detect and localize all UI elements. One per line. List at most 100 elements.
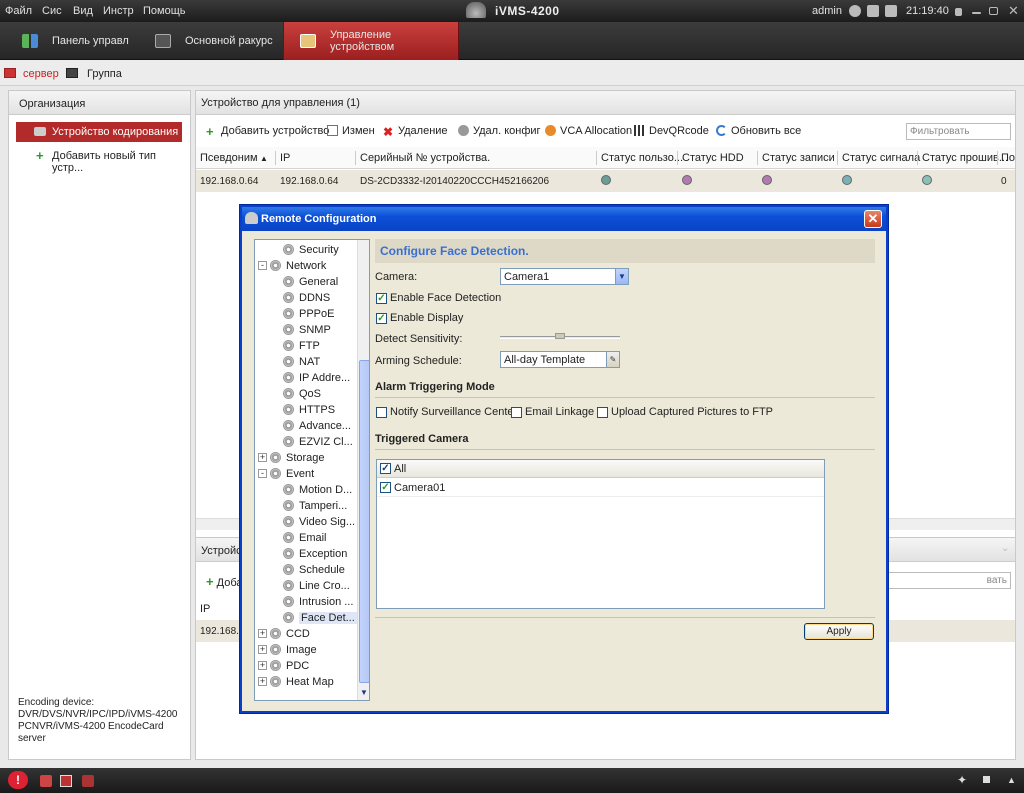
tree-item[interactable]: CCD bbox=[270, 626, 310, 642]
camera-select[interactable]: Camera1 ▼ bbox=[500, 268, 629, 285]
expand-icon[interactable]: + bbox=[258, 645, 267, 654]
table-row[interactable]: 192.168.0.64 192.168.0.64 DS-2CD3332-I20… bbox=[196, 170, 1015, 192]
tab-device-management[interactable]: Управление устройством bbox=[283, 22, 459, 60]
tree-item[interactable]: Security bbox=[283, 242, 339, 258]
tree-item[interactable]: Line Cro... bbox=[283, 578, 350, 594]
expand-icon[interactable]: + bbox=[258, 453, 267, 462]
menu-tools[interactable]: Инстр bbox=[103, 5, 134, 17]
tree-item[interactable]: Storage bbox=[270, 450, 325, 466]
dialog-close-button[interactable]: ✕ bbox=[864, 210, 882, 228]
alarm-event-icon[interactable] bbox=[40, 775, 52, 787]
close-icon[interactable]: ✕ bbox=[1008, 3, 1019, 19]
edit-button[interactable]: Измен bbox=[327, 125, 375, 137]
collapse-icon[interactable]: - bbox=[258, 261, 267, 270]
tree-item[interactable]: Advance... bbox=[283, 418, 351, 434]
lock-icon[interactable] bbox=[955, 8, 962, 16]
col-firmware-status[interactable]: Статус прошив... bbox=[922, 152, 1008, 164]
tree-item[interactable]: EZVIZ Cl... bbox=[283, 434, 353, 450]
tree-item[interactable]: HTTPS bbox=[283, 402, 335, 418]
col-ip[interactable]: IP bbox=[280, 152, 290, 164]
enable-display-checkbox[interactable]: ✓ bbox=[376, 313, 387, 324]
globe-icon[interactable] bbox=[849, 5, 861, 17]
collapse-icon[interactable]: - bbox=[258, 469, 267, 478]
col-signal-status[interactable]: Статус сигнала bbox=[842, 152, 920, 164]
sound-icon[interactable] bbox=[82, 775, 94, 787]
minimize-icon[interactable] bbox=[972, 12, 981, 14]
tree-item[interactable]: IP Addre... bbox=[283, 370, 350, 386]
encoding-device-item[interactable]: Устройство кодирования bbox=[16, 122, 182, 142]
menu-help[interactable]: Помощь bbox=[143, 5, 186, 17]
scroll-down-icon[interactable]: ▼ bbox=[360, 688, 368, 697]
dialog-title-bar[interactable]: Remote Configuration bbox=[242, 207, 886, 231]
lower-filter-input[interactable]: вать bbox=[886, 572, 1011, 589]
col-user-status[interactable]: Статус пользо... bbox=[601, 152, 683, 164]
tab-control-panel[interactable]: Панель управл bbox=[0, 22, 140, 60]
tree-item[interactable]: Event bbox=[270, 466, 314, 482]
col-alias[interactable]: Псевдоним bbox=[200, 152, 258, 164]
monitor-icon[interactable] bbox=[885, 5, 897, 17]
restore-icon[interactable] bbox=[989, 7, 998, 15]
notify-checkbox[interactable] bbox=[376, 407, 387, 418]
sensitivity-slider[interactable] bbox=[500, 333, 620, 339]
slider-handle[interactable] bbox=[555, 333, 565, 339]
col-record-status[interactable]: Статус записи bbox=[762, 152, 835, 164]
expand-icon[interactable]: + bbox=[258, 661, 267, 670]
tab-server[interactable]: сервер bbox=[23, 68, 59, 80]
tree-item[interactable]: SNMP bbox=[283, 322, 331, 338]
camera01-checkbox[interactable]: ✓ bbox=[380, 482, 391, 493]
menu-view[interactable]: Вид bbox=[73, 5, 93, 17]
tree-item[interactable]: FTP bbox=[283, 338, 320, 354]
tree-item[interactable]: Video Sig... bbox=[283, 514, 355, 530]
tree-item[interactable]: PDC bbox=[270, 658, 309, 674]
tree-item[interactable]: General bbox=[283, 274, 338, 290]
pin-icon[interactable]: ✦ bbox=[957, 773, 967, 787]
add-device-type-item[interactable]: + Добавить новый тип устр... bbox=[16, 146, 182, 174]
tree-item[interactable]: Heat Map bbox=[270, 674, 334, 690]
tree-item[interactable]: PPPoE bbox=[283, 306, 334, 322]
tree-item[interactable]: Tamperi... bbox=[283, 498, 347, 514]
filter-input[interactable]: Фильтровать bbox=[906, 123, 1011, 140]
tree-item[interactable]: Intrusion ... bbox=[283, 594, 353, 610]
list-item[interactable]: ✓ Camera01 bbox=[377, 479, 824, 497]
tree-item[interactable]: Schedule bbox=[283, 562, 345, 578]
add-device-button[interactable]: + Добавить устройство bbox=[206, 125, 329, 138]
alarm-icon[interactable]: ! bbox=[8, 771, 28, 789]
tree-item[interactable]: Image bbox=[270, 642, 317, 658]
col-hdd-status[interactable]: Статус HDD bbox=[682, 152, 744, 164]
menu-system[interactable]: Сис bbox=[42, 5, 62, 17]
upload-ftp-checkbox[interactable] bbox=[597, 407, 608, 418]
enable-face-detection-checkbox[interactable]: ✓ bbox=[376, 293, 387, 304]
tree-item[interactable]: Network bbox=[270, 258, 326, 274]
collapse-icon[interactable]: ⌄ bbox=[1001, 543, 1009, 554]
tab-group[interactable]: Группа bbox=[87, 68, 122, 80]
expand-up-icon[interactable]: ▲ bbox=[1007, 775, 1016, 785]
col-extra[interactable]: По bbox=[1001, 152, 1015, 164]
all-checkbox[interactable]: ✓ bbox=[380, 463, 391, 474]
expand-icon[interactable]: + bbox=[258, 677, 267, 686]
expand-icon[interactable]: + bbox=[258, 629, 267, 638]
tree-item[interactable]: Exception bbox=[283, 546, 347, 562]
col-serial[interactable]: Серийный № устройства. bbox=[360, 152, 490, 164]
tree-item[interactable]: Motion D... bbox=[283, 482, 352, 498]
stop-icon[interactable] bbox=[983, 776, 990, 783]
delete-button[interactable]: ✖ Удаление bbox=[383, 125, 448, 139]
remote-config-button[interactable]: Удал. конфиг bbox=[458, 125, 541, 137]
email-checkbox[interactable] bbox=[511, 407, 522, 418]
dev-qrcode-button[interactable]: DevQRcode bbox=[634, 125, 709, 137]
tree-scroll-thumb[interactable] bbox=[359, 360, 369, 683]
tree-item[interactable]: Face Det... bbox=[283, 610, 357, 626]
tree-item[interactable]: NAT bbox=[283, 354, 320, 370]
screen-icon[interactable] bbox=[867, 5, 879, 17]
tab-main-view[interactable]: Основной ракурс bbox=[143, 22, 279, 60]
tree-item[interactable]: QoS bbox=[283, 386, 321, 402]
tree-item[interactable]: DDNS bbox=[283, 290, 330, 306]
tree-item[interactable]: Email bbox=[283, 530, 327, 546]
lower-add-button[interactable]: + Доба bbox=[206, 574, 243, 589]
apply-button[interactable]: Apply bbox=[804, 623, 874, 640]
menu-file[interactable]: Файл bbox=[5, 5, 32, 17]
vca-allocation-button[interactable]: VCA Allocation bbox=[545, 125, 632, 137]
refresh-all-button[interactable]: Обновить все bbox=[716, 125, 801, 137]
exception-icon[interactable] bbox=[60, 775, 72, 787]
tree-scrollbar[interactable]: ▼ bbox=[357, 240, 369, 700]
schedule-select[interactable]: All-day Template ✎ bbox=[500, 351, 620, 368]
